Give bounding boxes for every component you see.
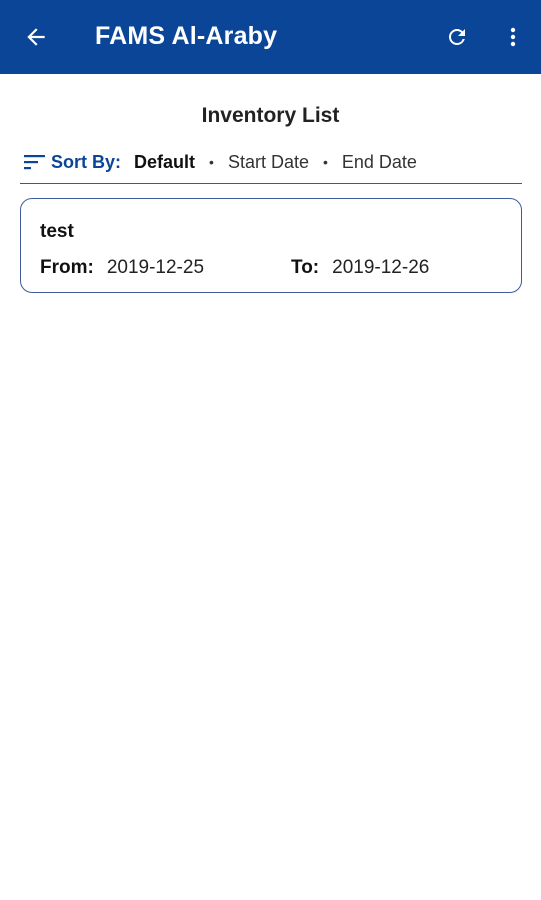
sort-bar: Sort By: Default • Start Date • End Date bbox=[24, 148, 417, 176]
inventory-name: test bbox=[40, 221, 74, 242]
from-label: From: bbox=[40, 257, 94, 278]
sort-icon bbox=[24, 153, 46, 171]
inventory-card[interactable]: test From: 2019-12-25 To: 2019-12-26 bbox=[20, 198, 522, 293]
to-date-row: To: 2019-12-26 bbox=[291, 257, 429, 279]
page-title: Inventory List bbox=[201, 104, 340, 127]
sort-separator: • bbox=[209, 154, 214, 170]
refresh-button[interactable] bbox=[440, 20, 474, 54]
more-vert-icon bbox=[510, 27, 516, 47]
app-bar: FAMS Al-Araby bbox=[0, 0, 541, 74]
app-title: FAMS Al-Araby bbox=[95, 22, 278, 50]
divider bbox=[20, 183, 522, 184]
to-label: To: bbox=[291, 257, 320, 278]
back-button[interactable] bbox=[16, 19, 56, 55]
from-date-row: From: 2019-12-25 bbox=[40, 257, 204, 279]
sort-option-start-date[interactable]: Start Date bbox=[228, 152, 309, 173]
to-date: 2019-12-26 bbox=[332, 257, 430, 278]
sort-option-end-date[interactable]: End Date bbox=[342, 152, 417, 173]
sort-separator: • bbox=[322, 154, 328, 170]
arrow-back-icon bbox=[27, 28, 45, 46]
sort-option-default[interactable]: Default bbox=[134, 152, 195, 173]
from-date: 2019-12-25 bbox=[106, 257, 205, 278]
more-options-button[interactable] bbox=[498, 20, 528, 54]
refresh-icon bbox=[449, 29, 465, 45]
sort-by-label: Sort By: bbox=[51, 151, 122, 172]
